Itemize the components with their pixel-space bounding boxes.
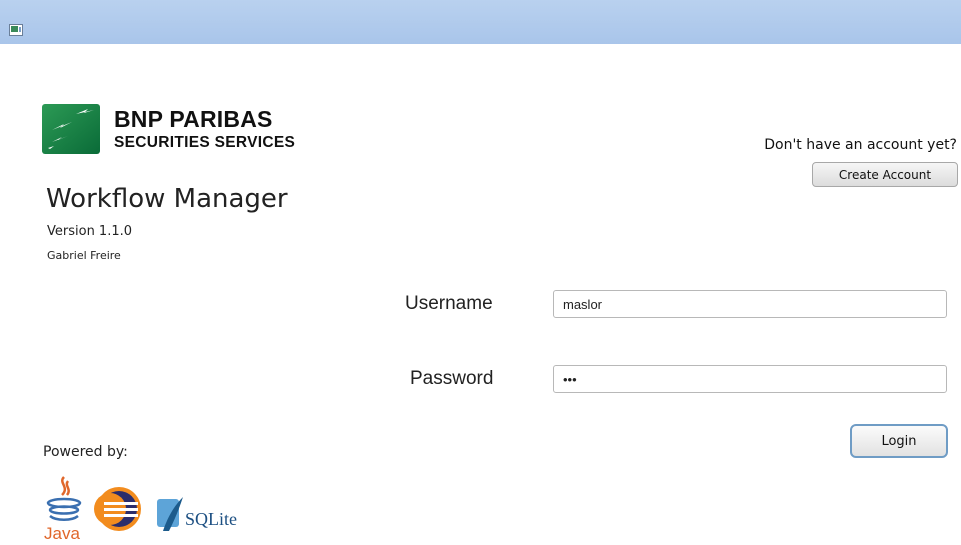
app-version: Version 1.1.0 (47, 224, 133, 239)
sqlite-label: SQLite (185, 509, 237, 529)
window-titlebar[interactable] (0, 0, 961, 44)
login-button[interactable]: Login (850, 424, 948, 458)
username-input[interactable] (553, 290, 947, 318)
app-title: Workflow Manager (46, 184, 288, 214)
sqlite-icon: SQLite (155, 493, 259, 537)
app-author: Gabriel Freire (47, 249, 121, 262)
password-input[interactable] (553, 365, 947, 393)
powered-by-label: Powered by: (43, 444, 128, 460)
password-label: Password (410, 368, 494, 389)
create-account-button[interactable]: Create Account (812, 162, 958, 187)
brand-division: SECURITIES SERVICES (114, 134, 296, 151)
account-prompt: Don't have an account yet? (764, 137, 957, 153)
brand-name: BNP PARIBAS (114, 106, 273, 132)
bnp-logo-icon (42, 104, 100, 158)
username-label: Username (405, 293, 493, 314)
java-label: Java (44, 524, 80, 541)
eclipse-icon (90, 486, 148, 536)
java-icon: Java (42, 473, 86, 545)
window-icon[interactable] (9, 21, 23, 40)
